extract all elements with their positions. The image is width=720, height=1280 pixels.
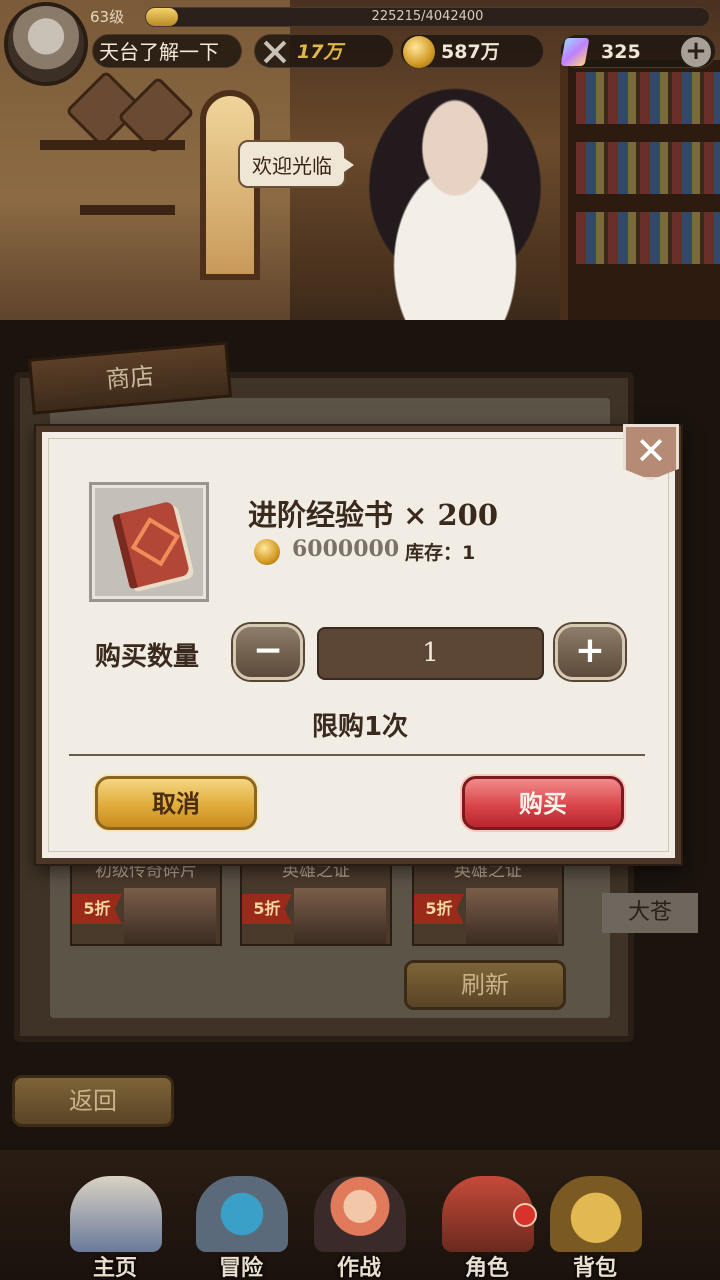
- book-row: [576, 142, 720, 194]
- nav-label: 背包: [572, 1256, 617, 1280]
- player-avatar[interactable]: [4, 2, 88, 86]
- nav-label: 作战: [336, 1256, 381, 1280]
- book-row: [576, 212, 720, 264]
- castle-icon: [70, 1176, 162, 1252]
- quantity-minus-button[interactable]: −: [233, 624, 303, 680]
- nav-item-adventure[interactable]: 冒险: [186, 1166, 296, 1280]
- nav-item-home[interactable]: 主页: [60, 1166, 170, 1280]
- item-icon-frame: [89, 482, 209, 602]
- shop-item-art: [294, 888, 386, 944]
- exp-bar: 225215/4042400: [145, 7, 710, 27]
- divider: [69, 754, 645, 756]
- shop-side-tab[interactable]: 大苍: [602, 893, 698, 933]
- player-name: 天台了解一下: [92, 34, 242, 68]
- player-level: 63级: [90, 8, 125, 26]
- shopkeeper-npc[interactable]: [330, 70, 580, 330]
- shop-item-title: 初级传奇碎片: [95, 861, 197, 881]
- wall-shelf: [80, 205, 175, 215]
- gold-coin-icon: [403, 36, 435, 68]
- discount-badge: 5折: [242, 894, 292, 924]
- quantity-plus-button[interactable]: +: [555, 624, 625, 680]
- nav-label: 主页: [92, 1256, 137, 1280]
- quantity-label: 购买数量: [95, 642, 200, 672]
- crossed-swords-icon: [259, 36, 291, 68]
- exp-book-icon: [111, 500, 191, 590]
- buy-button[interactable]: 购买: [462, 776, 624, 830]
- nav-item-backpack[interactable]: 背包: [540, 1166, 650, 1280]
- purchase-limit-text: 限购1次: [311, 712, 409, 742]
- item-stock: 库存：1: [405, 542, 476, 564]
- shop-item-card[interactable]: 英雄之证 5折: [240, 860, 392, 946]
- discount-badge: 5折: [72, 894, 122, 924]
- back-button[interactable]: 返回: [12, 1075, 174, 1127]
- cancel-button[interactable]: 取消: [95, 776, 257, 830]
- add-gem-button[interactable]: +: [681, 37, 711, 67]
- shop-item-title: 英雄之证: [282, 861, 350, 881]
- close-dialog-button[interactable]: ✕: [623, 424, 679, 480]
- gold-display: 587万: [400, 34, 544, 68]
- backpack-icon: [550, 1176, 642, 1252]
- shop-item-art: [124, 888, 216, 944]
- item-price: 6000000: [292, 536, 400, 562]
- item-name: 进阶经验书 × 200: [248, 498, 499, 532]
- book-row: [576, 72, 720, 124]
- gem-value: 325: [601, 41, 641, 63]
- shop-item-title: 英雄之证: [454, 861, 522, 881]
- wall-shelf: [40, 140, 185, 150]
- nav-label: 冒险: [218, 1256, 263, 1280]
- npc-speech-bubble: 欢迎光临: [238, 140, 354, 188]
- shop-item-card[interactable]: 初级传奇碎片 5折: [70, 860, 222, 946]
- nav-item-battle[interactable]: 作战: [304, 1166, 414, 1280]
- notification-badge: [513, 1203, 537, 1227]
- power-value: 17万: [297, 41, 343, 63]
- discount-badge: 5折: [414, 894, 464, 924]
- nav-label: 角色: [464, 1256, 509, 1280]
- shop-item-art: [466, 888, 558, 944]
- power-display: 17万: [254, 34, 394, 68]
- refresh-button[interactable]: 刷新: [404, 960, 566, 1010]
- quantity-input[interactable]: 1: [317, 627, 544, 680]
- shop-item-card[interactable]: 英雄之证 5折: [412, 860, 564, 946]
- gold-coin-icon: [254, 539, 280, 565]
- exp-text: 225215/4042400: [371, 9, 484, 24]
- portal-icon: [196, 1176, 288, 1252]
- bookcase: [560, 60, 720, 330]
- gold-value: 587万: [441, 41, 500, 63]
- battle-icon: [314, 1176, 406, 1252]
- gem-icon: [560, 38, 590, 66]
